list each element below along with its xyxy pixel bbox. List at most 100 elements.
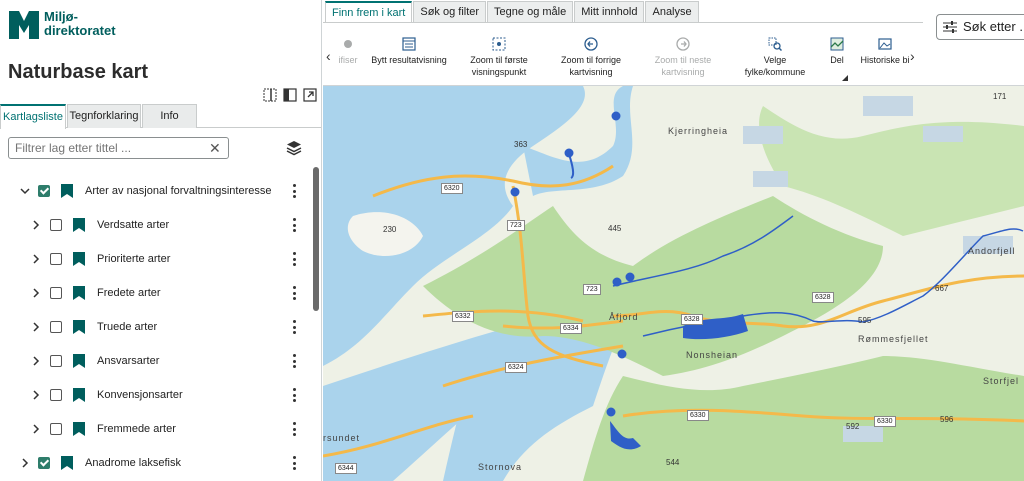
chevron-right-icon[interactable]: [30, 355, 42, 367]
layer-checkbox[interactable]: [50, 287, 62, 299]
layer-label: Anadrome laksefisk: [85, 457, 181, 469]
map-height-label: 595: [858, 316, 872, 325]
zoom-previous-view-tool[interactable]: Zoom til forrige kartvisning: [551, 37, 631, 78]
share-tool[interactable]: Del: [823, 37, 851, 66]
map-height-label: 230: [383, 225, 397, 234]
table-view-icon: [402, 37, 416, 51]
tool-label: Historiske bi: [860, 55, 910, 65]
map-place-label: Storfjel: [983, 376, 1020, 386]
tool-label: Del: [830, 55, 844, 65]
road-number-label: 6330: [874, 416, 896, 427]
zoom-first-view-tool[interactable]: Zoom til første visningspunkt: [463, 37, 535, 78]
layer-checkbox[interactable]: [50, 219, 62, 231]
chevron-right-icon[interactable]: [30, 219, 42, 231]
layer-label: Fremmede arter: [97, 423, 176, 435]
layer-row[interactable]: Truede arter: [0, 310, 312, 344]
map-height-label: 596: [940, 415, 954, 424]
more-options-icon[interactable]: [292, 388, 296, 402]
county-search-icon: [768, 37, 782, 51]
layer-filter-input[interactable]: [8, 137, 229, 159]
tab-info[interactable]: Info: [142, 104, 197, 128]
chevron-right-icon[interactable]: [19, 457, 31, 469]
brand-logo[interactable]: Miljø- direktoratet: [9, 9, 116, 39]
tab-finn-frem-i-kart[interactable]: Finn frem i kart: [325, 1, 413, 23]
layer-row[interactable]: Fremmede arter: [0, 412, 312, 446]
back-arrow-icon: [584, 37, 598, 51]
tool-label: Zoom til neste kartvisning: [654, 55, 712, 77]
road-number-label: 6324: [505, 362, 527, 373]
layer-checkbox[interactable]: [50, 253, 62, 265]
layer-row[interactable]: Ansvarsarter: [0, 344, 312, 378]
layer-row[interactable]: Arter av nasjonal forvaltningsinteresse: [0, 174, 312, 208]
collapse-panel-icon[interactable]: [263, 88, 277, 102]
chevron-right-icon[interactable]: [30, 321, 42, 333]
more-options-icon[interactable]: [292, 354, 296, 368]
more-options-icon[interactable]: [292, 320, 296, 334]
split-panel-icon[interactable]: [283, 88, 297, 102]
historical-images-tool[interactable]: Historiske bi: [859, 37, 911, 66]
layer-row[interactable]: Verdsatte arter: [0, 208, 312, 242]
layer-checkbox[interactable]: [50, 389, 62, 401]
panel-controls: [263, 88, 317, 102]
select-county-tool[interactable]: Velge fylke/kommune: [737, 37, 813, 78]
road-number-label: 6334: [560, 323, 582, 334]
layer-row[interactable]: Prioriterte arter: [0, 242, 312, 276]
tool-label: Velge fylke/kommune: [744, 55, 806, 77]
more-options-icon[interactable]: [292, 286, 296, 300]
layer-checkbox[interactable]: [50, 355, 62, 367]
clear-filter-icon[interactable]: ✕: [209, 140, 221, 157]
road-number-label: 723: [583, 284, 601, 295]
chevron-right-icon[interactable]: [30, 253, 42, 265]
layer-type-icon: [73, 218, 85, 232]
tab-kartlagsliste[interactable]: Kartlagsliste: [0, 104, 66, 129]
layer-type-icon: [61, 456, 73, 470]
chevron-down-icon[interactable]: [19, 185, 31, 197]
map-place-label: Kjerringheia: [668, 126, 729, 136]
road-number-label: 6330: [687, 410, 709, 421]
map-canvas[interactable]: Kjerringheia Åfjord Nonsheian Rømmesfjel…: [323, 86, 1024, 481]
forward-arrow-icon: [676, 37, 690, 51]
tool-label: Zoom til forrige kartvisning: [560, 55, 622, 77]
expand-icon[interactable]: [303, 88, 317, 102]
chevron-right-icon[interactable]: [30, 287, 42, 299]
map-height-label: 667: [935, 284, 949, 293]
layer-checkbox[interactable]: [38, 185, 50, 197]
layer-row[interactable]: Fredete arter: [0, 276, 312, 310]
tab-sok-og-filter[interactable]: Søk og filter: [413, 1, 487, 23]
tab-analyse[interactable]: Analyse: [645, 1, 699, 23]
app-title: Naturbase kart: [8, 61, 149, 83]
layer-type-icon: [73, 286, 85, 300]
more-options-icon[interactable]: [292, 184, 296, 198]
zoom-next-view-tool[interactable]: Zoom til neste kartvisning: [643, 37, 723, 78]
layer-checkbox[interactable]: [38, 457, 50, 469]
map-height-label: 592: [846, 422, 860, 431]
layers-stack-icon[interactable]: [286, 140, 302, 156]
tool-label: ifiser: [338, 55, 358, 65]
tab-mitt-innhold[interactable]: Mitt innhold: [574, 1, 645, 23]
chevron-right-icon[interactable]: [30, 423, 42, 435]
layer-row[interactable]: Anadrome laksefisk: [0, 446, 312, 480]
tool-label: Zoom til første visningspunkt: [470, 55, 528, 77]
zoom-extent-icon: [492, 37, 506, 51]
layer-checkbox[interactable]: [50, 423, 62, 435]
dropdown-corner-icon[interactable]: [842, 75, 848, 81]
more-options-icon[interactable]: [292, 252, 296, 266]
tool-label: Bytt resultatvisning: [371, 55, 447, 65]
tab-tegne-og-male[interactable]: Tegne og måle: [487, 1, 574, 23]
more-options-icon[interactable]: [292, 422, 296, 436]
identify-tool[interactable]: ifiser: [335, 37, 361, 66]
filter-sliders-icon: [943, 21, 957, 33]
brand-name-line1: Miljø-: [44, 9, 78, 24]
more-options-icon[interactable]: [292, 456, 296, 470]
layer-label: Prioriterte arter: [97, 253, 171, 265]
brand-name: Miljø- direktoratet: [44, 10, 116, 38]
more-options-icon[interactable]: [292, 218, 296, 232]
layer-row[interactable]: Konvensjonsarter: [0, 378, 312, 412]
switch-result-view-tool[interactable]: Bytt resultatvisning: [371, 37, 447, 66]
layer-type-icon: [73, 252, 85, 266]
layer-checkbox[interactable]: [50, 321, 62, 333]
layer-list-scrollbar[interactable]: [313, 167, 319, 311]
chevron-right-icon[interactable]: [30, 389, 42, 401]
toolbar-scroll-left-icon[interactable]: ‹: [326, 48, 331, 64]
tab-tegnforklaring[interactable]: Tegnforklaring: [67, 104, 141, 128]
